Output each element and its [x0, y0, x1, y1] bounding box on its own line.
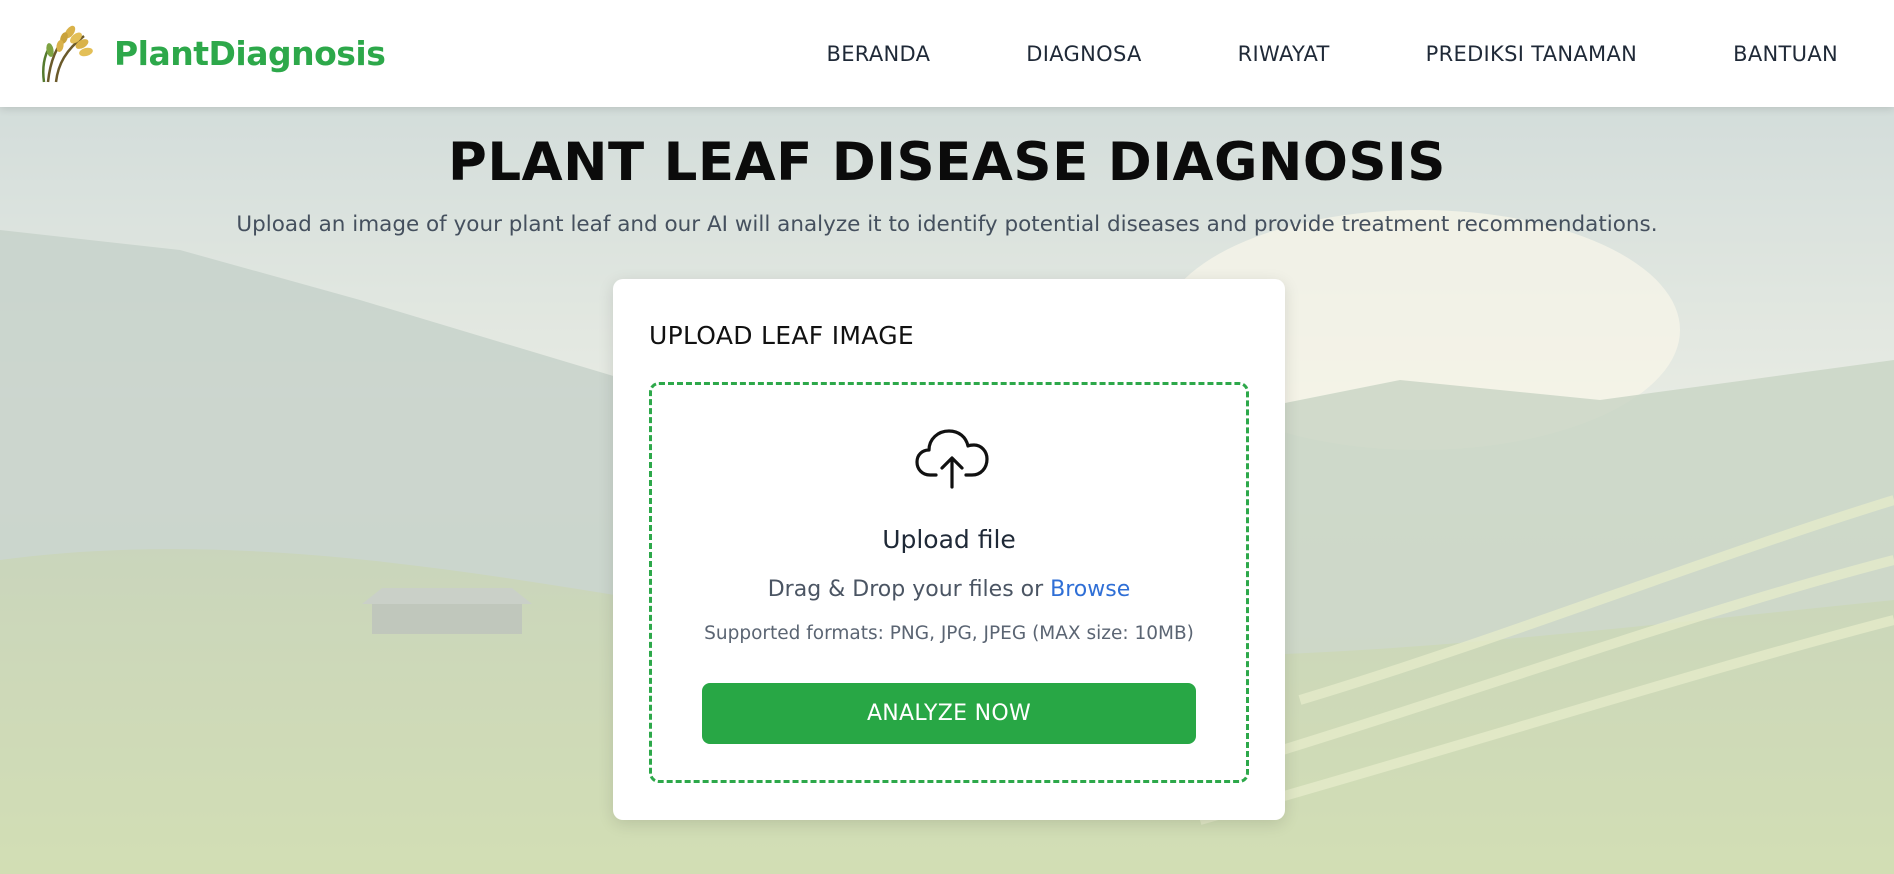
drag-drop-label: Drag & Drop your files or	[767, 577, 1044, 602]
supported-formats-text: Supported formats: PNG, JPG, JPEG (MAX s…	[704, 623, 1194, 644]
upload-file-label: Upload file	[882, 525, 1016, 554]
cloud-upload-icon	[915, 429, 989, 489]
nav-item-bantuan[interactable]: BANTUAN	[1733, 42, 1838, 66]
file-dropzone[interactable]: Upload file Drag & Drop your files or Br…	[649, 382, 1249, 783]
main-nav: BERANDA DIAGNOSA RIWAYAT PREDIKSI TANAMA…	[827, 0, 1838, 107]
page-subtitle: Upload an image of your plant leaf and o…	[236, 212, 1658, 237]
rice-plant-icon	[42, 25, 93, 83]
brand[interactable]: PlantDiagnosis	[36, 22, 386, 84]
nav-item-beranda[interactable]: BERANDA	[827, 42, 931, 66]
page-title: PLANT LEAF DISEASE DIAGNOSIS	[448, 132, 1446, 193]
drag-drop-text: Drag & Drop your files or Browse	[652, 577, 1246, 602]
upload-card: UPLOAD LEAF IMAGE Upload file Drag & Dro…	[613, 279, 1285, 820]
nav-item-riwayat[interactable]: RIWAYAT	[1238, 42, 1330, 66]
nav-item-diagnosa[interactable]: DIAGNOSA	[1026, 42, 1141, 66]
top-navbar: PlantDiagnosis BERANDA DIAGNOSA RIWAYAT …	[0, 0, 1894, 107]
nav-item-prediksi-tanaman[interactable]: PREDIKSI TANAMAN	[1426, 42, 1638, 66]
analyze-now-button[interactable]: ANALYZE NOW	[702, 683, 1196, 744]
browse-link[interactable]: Browse	[1050, 577, 1130, 602]
upload-card-title: UPLOAD LEAF IMAGE	[649, 321, 914, 350]
brand-name: PlantDiagnosis	[114, 33, 386, 73]
